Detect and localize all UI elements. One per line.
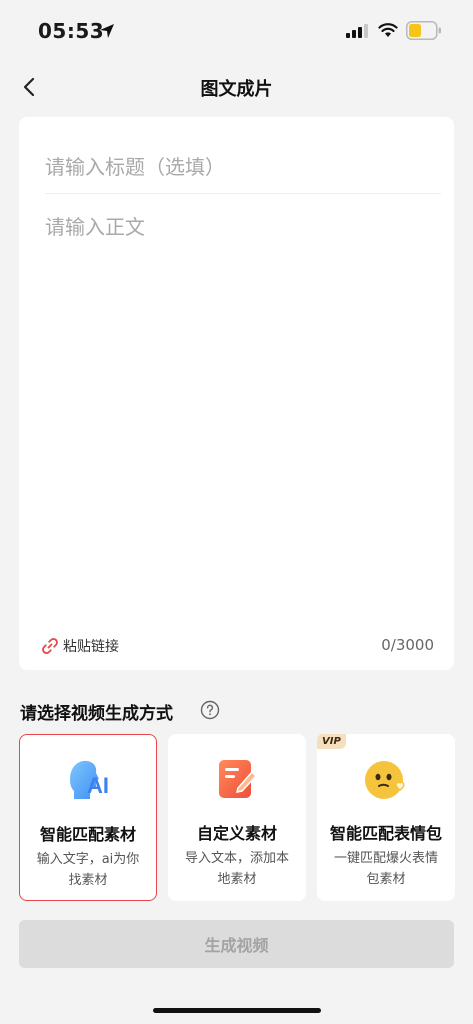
option-description: 一键匹配爆火表情包素材 [333,851,438,887]
ai-head-icon: AI [70,760,109,799]
option-custom-material[interactable]: 自定义素材 导入文本，添加本地素材 [168,734,306,901]
option-description: 输入文字，ai为你找素材 [36,852,140,888]
option-description: 导入文本，添加本地素材 [184,851,289,887]
option-smart-match[interactable]: AI 智能匹配素材 输入文字，ai为你找素材 [19,734,157,901]
body-textarea[interactable] [45,211,441,611]
status-bar: 05:53 [0,0,473,60]
option-title: 智能匹配表情包 [329,824,442,843]
wifi-icon [378,23,398,37]
svg-text:AI: AI [87,773,109,798]
cellular-signal-icon [346,24,368,38]
section-title: 请选择视频生成方式 [20,704,173,724]
link-icon [42,638,58,654]
edit-document-icon [219,760,258,798]
option-emoji-match[interactable]: VIP 智能匹配表情包 一键匹配爆火表情包素材 [317,734,455,901]
generate-video-button[interactable]: 生成视频 [19,920,454,968]
help-icon[interactable] [200,700,220,720]
option-title: 智能匹配素材 [39,825,136,844]
editor-card: 粘贴链接 0/3000 [19,117,454,670]
divider [45,193,441,194]
char-counter: 0/3000 [381,636,434,654]
home-indicator [153,1008,321,1013]
paste-link-label: 粘贴链接 [63,639,119,655]
battery-icon [406,21,441,40]
location-arrow-icon [100,24,114,38]
title-input[interactable] [45,147,441,187]
status-time: 05:53 [38,19,105,43]
page-title: 图文成片 [200,79,273,100]
option-title: 自定义素材 [196,824,277,843]
paste-link-button[interactable]: 粘贴链接 [41,635,119,657]
emoji-face-icon [365,761,405,799]
vip-badge: VIP [317,734,346,749]
